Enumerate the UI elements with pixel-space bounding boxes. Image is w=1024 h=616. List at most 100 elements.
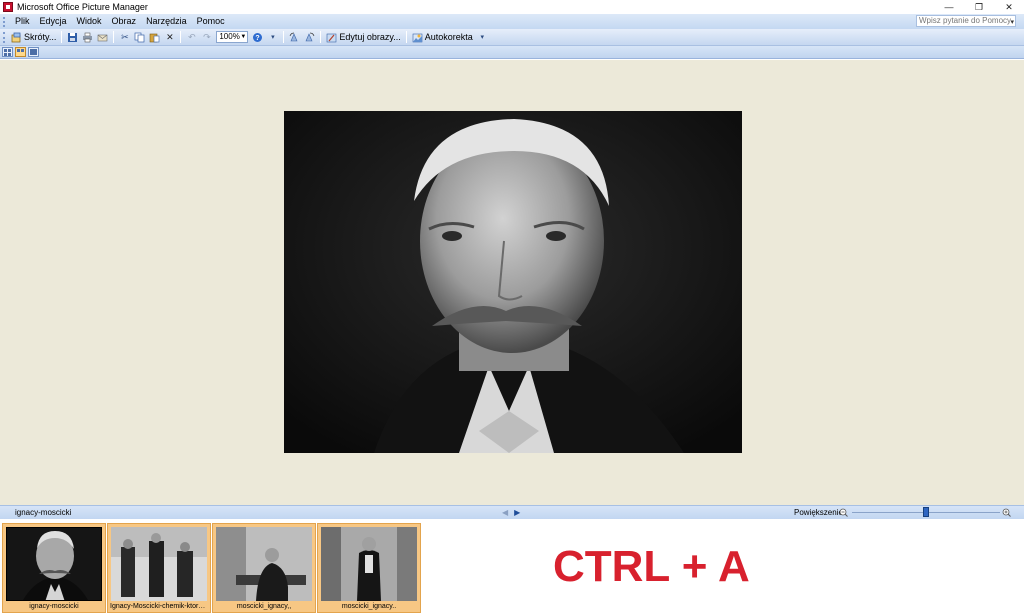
- toolbar-options-button-2[interactable]: ▾: [475, 30, 490, 45]
- thumbnail-image-portrait: [6, 527, 102, 601]
- grid-cell-icon: [17, 49, 20, 52]
- undo-button[interactable]: ↶: [184, 30, 199, 45]
- filmstrip-view-button[interactable]: [15, 47, 26, 57]
- grid-cell-icon: [30, 49, 37, 55]
- restore-button[interactable]: ❐: [964, 0, 994, 14]
- grid-cell-icon: [8, 49, 11, 52]
- current-file-name: ignacy-moscicki: [15, 508, 72, 517]
- menu-grip[interactable]: [3, 16, 6, 27]
- cut-button[interactable]: ✂: [117, 30, 132, 45]
- title-bar: Microsoft Office Picture Manager — ❐ ✕: [0, 0, 1024, 14]
- zoom-dropdown-arrow-icon: ▼: [240, 34, 247, 40]
- filmstrip-thumbnail[interactable]: ignacy-moscicki: [2, 523, 106, 613]
- single-picture-view-button[interactable]: [28, 47, 39, 57]
- redo-icon: ↷: [203, 31, 211, 42]
- grid-cell-icon: [21, 49, 24, 52]
- zoom-out-icon[interactable]: [839, 508, 848, 517]
- thumbnail-image-group-photo: [111, 527, 207, 601]
- toolbar-separator: [113, 31, 115, 43]
- keyboard-shortcut-overlay: CTRL + A: [553, 542, 750, 591]
- help-icon: ?: [252, 32, 263, 43]
- cut-icon: ✂: [121, 31, 129, 42]
- picture-preview-area: [0, 60, 1024, 505]
- thumbnail-image-standing-man: [321, 527, 417, 601]
- menu-view[interactable]: Widok: [72, 14, 107, 29]
- shortcuts-label: Skróty...: [24, 32, 57, 42]
- redo-button[interactable]: ↷: [199, 30, 214, 45]
- window-title: Microsoft Office Picture Manager: [17, 2, 148, 12]
- filmstrip-thumbnail[interactable]: moscicki_ignacy,,: [212, 523, 316, 613]
- thumbnail-caption: Ignacy-Moscicki-chemik-ktory-zo...: [110, 603, 210, 610]
- delete-icon: ✕: [166, 31, 174, 42]
- next-picture-icon[interactable]: ▶: [514, 507, 520, 519]
- print-button[interactable]: [80, 30, 95, 45]
- undo-icon: ↶: [188, 31, 196, 42]
- toolbar-separator: [320, 31, 322, 43]
- help-search-placeholder: Wpisz pytanie do Pomocy: [919, 16, 1012, 25]
- view-toolbar: [0, 46, 1024, 59]
- toolbar-separator: [61, 31, 63, 43]
- zoom-slider-track[interactable]: [852, 507, 1000, 517]
- svg-text:?: ?: [256, 35, 260, 42]
- mail-icon: [97, 32, 108, 43]
- previous-picture-icon[interactable]: ◀: [502, 507, 508, 519]
- zoom-slider-thumb[interactable]: [923, 507, 929, 517]
- edit-pictures-button[interactable]: Edytuj obrazy...: [324, 30, 402, 45]
- mail-button[interactable]: [95, 30, 110, 45]
- autocorrect-button[interactable]: Autokorekta: [410, 30, 475, 45]
- autocorrect-label: Autokorekta: [424, 32, 473, 42]
- filmstrip: ignacy-moscicki Ignacy-Moscicki-chemik-k…: [0, 520, 1024, 616]
- close-button[interactable]: ✕: [994, 0, 1024, 14]
- copy-button[interactable]: [132, 30, 147, 45]
- thumbnail-caption: ignacy-moscicki: [29, 603, 79, 610]
- rotate-left-icon: [289, 32, 300, 43]
- delete-button[interactable]: ✕: [162, 30, 177, 45]
- paste-button[interactable]: [147, 30, 162, 45]
- help-search-input[interactable]: Wpisz pytanie do Pomocy ▾: [916, 15, 1016, 27]
- grid-cell-icon: [4, 53, 7, 56]
- thumbnail-image-seated-man: [216, 527, 312, 601]
- toolbar-separator: [405, 31, 407, 43]
- toolbar-separator: [180, 31, 182, 43]
- menu-file[interactable]: Plik: [10, 14, 35, 29]
- save-icon: [67, 32, 78, 43]
- menu-tools[interactable]: Narzędzia: [141, 14, 192, 29]
- picture-navigation: ◀ ▶: [502, 507, 520, 519]
- zoom-select-value: 100%: [219, 32, 240, 41]
- minimize-button[interactable]: —: [934, 0, 964, 14]
- thumbnail-caption: moscicki_ignacy..: [341, 603, 397, 610]
- grid-cell-icon: [8, 53, 11, 56]
- toolbar-grip[interactable]: [3, 31, 6, 43]
- preview-photo-portrait[interactable]: [284, 111, 742, 453]
- picture-manager-app-icon[interactable]: [3, 2, 13, 12]
- zoom-in-icon[interactable]: [1002, 508, 1011, 517]
- menu-picture[interactable]: Obraz: [107, 14, 142, 29]
- help-button[interactable]: ?: [250, 30, 265, 45]
- zoom-select[interactable]: 100% ▼: [216, 31, 249, 43]
- help-dropdown-arrow-icon[interactable]: ▾: [1010, 18, 1014, 28]
- menu-help[interactable]: Pomoc: [192, 14, 230, 29]
- shortcuts-icon: [11, 32, 22, 43]
- filmstrip-thumbnail[interactable]: Ignacy-Moscicki-chemik-ktory-zo...: [107, 523, 211, 613]
- chevron-down-icon: ▾: [271, 33, 275, 41]
- filmstrip-thumbnail[interactable]: moscicki_ignacy..: [317, 523, 421, 613]
- save-button[interactable]: [65, 30, 80, 45]
- print-icon: [82, 32, 93, 43]
- menu-bar: Plik Edycja Widok Obraz Narzędzia Pomoc …: [0, 14, 1024, 29]
- shortcuts-button[interactable]: Skróty...: [9, 30, 58, 45]
- thumbnail-view-button[interactable]: [2, 47, 13, 57]
- toolbar-options-button[interactable]: ▾: [265, 30, 280, 45]
- thumbnail-caption: moscicki_ignacy,,: [236, 603, 292, 610]
- status-bar: ignacy-moscicki ◀ ▶ Powiększenie:: [0, 505, 1024, 519]
- autocorrect-icon: [412, 32, 423, 43]
- edit-pictures-label: Edytuj obrazy...: [339, 32, 401, 42]
- zoom-label: Powiększenie:: [794, 508, 846, 517]
- rotate-right-icon: [304, 32, 315, 43]
- edit-pictures-icon: [326, 32, 337, 43]
- grid-cell-icon: [4, 49, 7, 52]
- rotate-left-button[interactable]: [287, 30, 302, 45]
- standard-toolbar: Skróty... ✂ ✕ ↶ ↷ 100% ▼ ? ▾ Edytuj obra…: [0, 29, 1024, 46]
- rotate-right-button[interactable]: [302, 30, 317, 45]
- menu-edit[interactable]: Edycja: [35, 14, 72, 29]
- chevron-down-icon: ▾: [480, 33, 484, 41]
